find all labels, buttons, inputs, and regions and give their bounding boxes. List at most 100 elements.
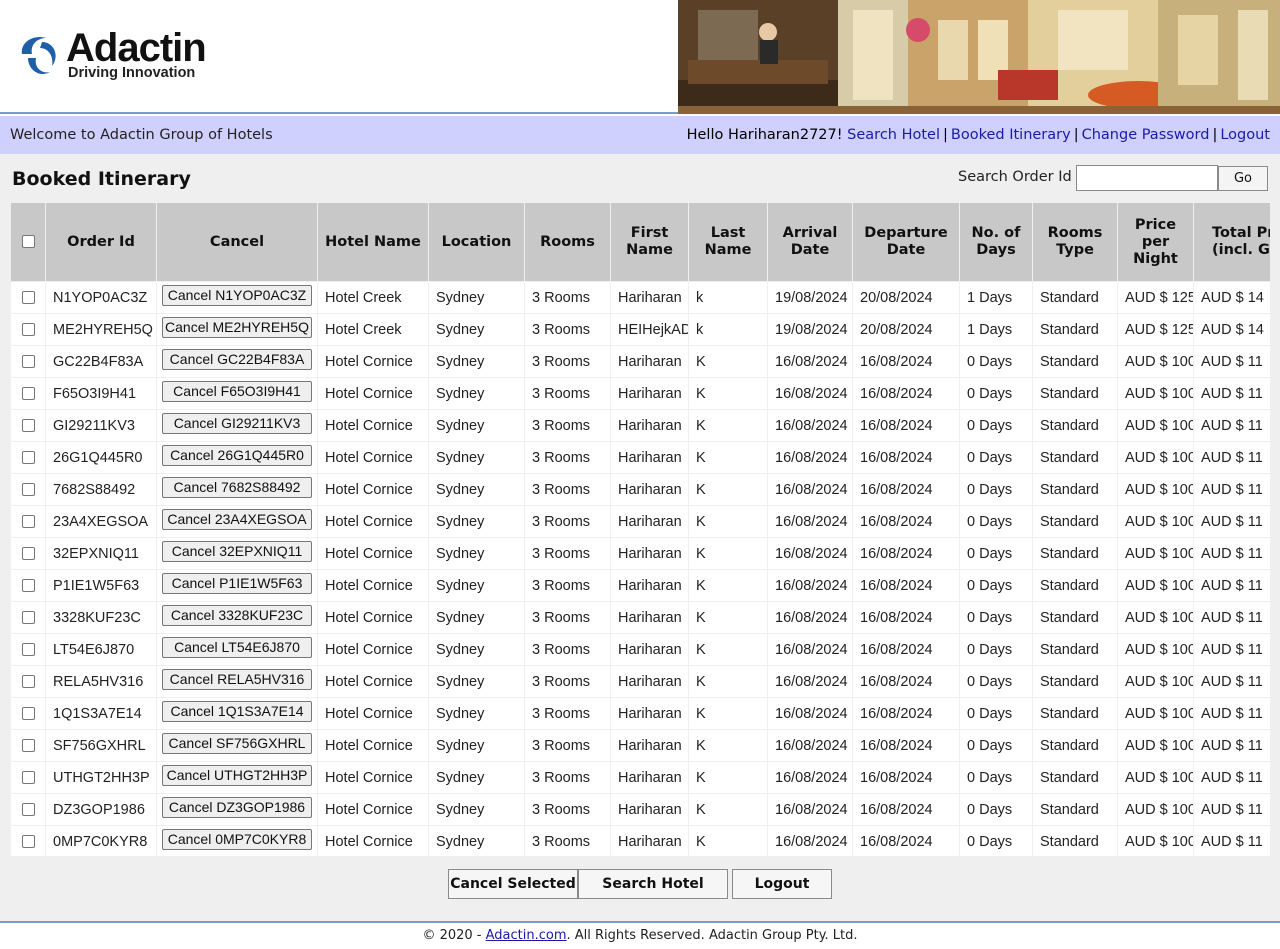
room-type-cell: Standard [1033, 826, 1117, 856]
row-select-checkbox[interactable] [21, 419, 35, 433]
cancel-order-button[interactable]: Cancel UTHGT2HH3P [162, 765, 312, 786]
row-select-checkbox[interactable] [21, 675, 35, 689]
arrival-date-cell: 16/08/2024 [768, 730, 852, 761]
room-type-cell: Standard [1033, 570, 1117, 601]
row-select-checkbox[interactable] [21, 451, 35, 465]
cancel-order-button[interactable]: Cancel 7682S88492 [162, 477, 312, 498]
order-id-cell: GC22B4F83A [46, 346, 156, 377]
cancel-cell: Cancel RELA5HV316 [157, 666, 317, 697]
row-select-cell [11, 762, 45, 793]
cancel-order-button[interactable]: Cancel ME2HYREH5Q [162, 317, 312, 338]
price-per-night-cell: AUD $ 100 [1118, 506, 1193, 537]
row-select-checkbox[interactable] [21, 323, 35, 337]
cancel-order-button[interactable]: Cancel 23A4XEGSOA [162, 509, 312, 530]
cancel-order-button[interactable]: Cancel 26G1Q445R0 [162, 445, 312, 466]
cancel-order-button[interactable]: Cancel P1IE1W5F63 [162, 573, 312, 594]
cancel-cell: Cancel 0MP7C0KYR8 [157, 826, 317, 856]
row-select-cell [11, 378, 45, 409]
table-row: DZ3GOP1986 Cancel DZ3GOP1986 Hotel Cornice… [11, 794, 1270, 825]
rooms-cell: 3 Rooms [525, 730, 610, 761]
total-price-cell: AUD $ 11 [1194, 730, 1270, 761]
cancel-order-button[interactable]: Cancel GC22B4F83A [162, 349, 312, 370]
nav-change-password-link[interactable]: Change Password [1082, 127, 1210, 143]
cancel-order-button[interactable]: Cancel 32EPXNIQ11 [162, 541, 312, 562]
row-select-cell [11, 602, 45, 633]
row-select-cell [11, 826, 45, 856]
first-name-cell: Hariharan [611, 730, 688, 761]
cancel-order-button[interactable]: Cancel GI29211KV3 [162, 413, 312, 434]
cancel-order-button[interactable]: Cancel N1YOP0AC3Z [162, 285, 312, 306]
cancel-order-button[interactable]: Cancel 3328KUF23C [162, 605, 312, 626]
row-select-checkbox[interactable] [21, 547, 35, 561]
days-cell: 0 Days [960, 826, 1032, 856]
select-all-checkbox[interactable] [21, 235, 35, 248]
row-select-checkbox[interactable] [21, 483, 35, 497]
logout-button[interactable]: Logout [732, 869, 832, 899]
nav-search-hotel-link[interactable]: Search Hotel [847, 127, 940, 143]
cancel-order-button[interactable]: Cancel 1Q1S3A7E14 [162, 701, 312, 722]
first-name-cell: Hariharan [611, 538, 688, 569]
days-cell: 0 Days [960, 378, 1032, 409]
location-cell: Sydney [429, 730, 524, 761]
order-id-cell: GI29211KV3 [46, 410, 156, 441]
cancel-order-button[interactable]: Cancel DZ3GOP1986 [162, 797, 312, 818]
row-select-checkbox[interactable] [21, 355, 35, 369]
cancel-cell: Cancel 26G1Q445R0 [157, 442, 317, 473]
hotel-name-cell: Hotel Cornice [318, 442, 428, 473]
departure-date-cell: 16/08/2024 [853, 762, 959, 793]
footer: © 2020 - Adactin.com. All Rights Reserve… [0, 928, 1280, 943]
days-cell: 0 Days [960, 410, 1032, 441]
row-select-checkbox[interactable] [21, 643, 35, 657]
search-order-id-input[interactable] [1076, 165, 1218, 191]
order-id-cell: RELA5HV316 [46, 666, 156, 697]
row-select-checkbox[interactable] [21, 803, 35, 817]
cancel-order-button[interactable]: Cancel LT54E6J870 [162, 637, 312, 658]
last-name-cell: K [689, 762, 767, 793]
last-name-cell: K [689, 538, 767, 569]
row-select-checkbox[interactable] [21, 835, 35, 849]
row-select-checkbox[interactable] [21, 611, 35, 625]
order-id-cell: ME2HYREH5Q [46, 314, 156, 345]
row-select-checkbox[interactable] [21, 707, 35, 721]
cancel-order-button[interactable]: Cancel RELA5HV316 [162, 669, 312, 690]
room-type-cell: Standard [1033, 538, 1117, 569]
departure-date-cell: 16/08/2024 [853, 474, 959, 505]
room-type-cell: Standard [1033, 282, 1117, 313]
go-button[interactable]: Go [1218, 166, 1268, 191]
price-per-night-cell: AUD $ 100 [1118, 730, 1193, 761]
price-per-night-cell: AUD $ 125 [1118, 282, 1193, 313]
cancel-cell: Cancel 32EPXNIQ11 [157, 538, 317, 569]
first-name-cell: Hariharan [611, 410, 688, 441]
row-select-checkbox[interactable] [21, 291, 35, 305]
cancel-cell: Cancel GC22B4F83A [157, 346, 317, 377]
nav-logout-link[interactable]: Logout [1220, 127, 1270, 143]
column-header: Location [429, 203, 524, 281]
row-select-checkbox[interactable] [21, 771, 35, 785]
column-header: Hotel Name [318, 203, 428, 281]
rooms-cell: 3 Rooms [525, 826, 610, 856]
cancel-selected-button[interactable]: Cancel Selected [448, 869, 578, 899]
row-select-cell [11, 538, 45, 569]
search-hotel-button[interactable]: Search Hotel [578, 869, 728, 899]
row-select-checkbox[interactable] [21, 515, 35, 529]
cancel-cell: Cancel F65O3I9H41 [157, 378, 317, 409]
row-select-checkbox[interactable] [21, 387, 35, 401]
total-price-cell: AUD $ 11 [1194, 826, 1270, 856]
cancel-cell: Cancel N1YOP0AC3Z [157, 282, 317, 313]
nav-booked-itinerary-link[interactable]: Booked Itinerary [951, 127, 1071, 143]
cancel-order-button[interactable]: Cancel SF756GXHRL [162, 733, 312, 754]
last-name-cell: K [689, 794, 767, 825]
hotel-name-cell: Hotel Cornice [318, 346, 428, 377]
location-cell: Sydney [429, 410, 524, 441]
first-name-cell: Hariharan [611, 762, 688, 793]
rooms-cell: 3 Rooms [525, 442, 610, 473]
cancel-order-button[interactable]: Cancel 0MP7C0KYR8 [162, 829, 312, 850]
footer-adactin-link[interactable]: Adactin.com [486, 928, 567, 943]
row-select-cell [11, 794, 45, 825]
row-select-checkbox[interactable] [21, 579, 35, 593]
order-id-cell: F65O3I9H41 [46, 378, 156, 409]
cancel-order-button[interactable]: Cancel F65O3I9H41 [162, 381, 312, 402]
rooms-cell: 3 Rooms [525, 570, 610, 601]
search-order-id-label: Search Order Id [958, 169, 1072, 185]
row-select-checkbox[interactable] [21, 739, 35, 753]
